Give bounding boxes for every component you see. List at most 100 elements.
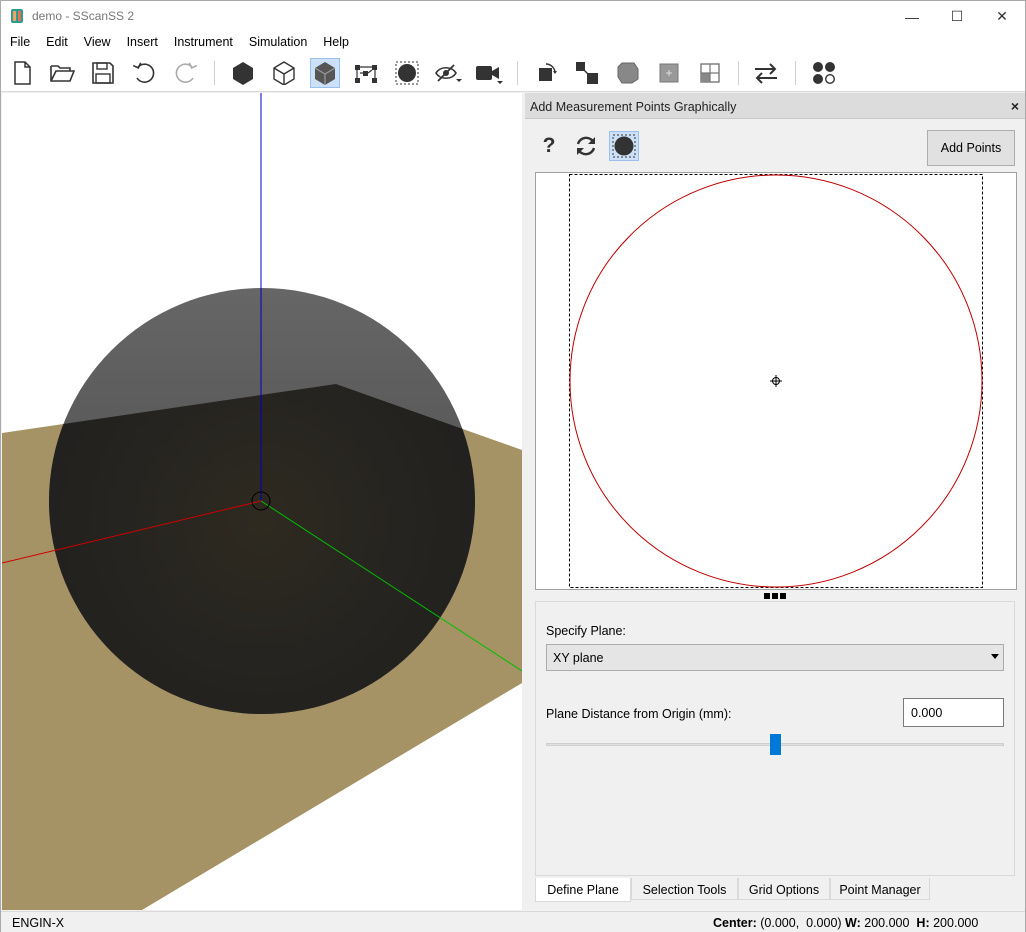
width-value: 200.000 [864, 916, 910, 930]
close-icon: ✕ [996, 8, 1008, 24]
toggle-points-icon [355, 65, 377, 83]
open-folder-icon [50, 65, 75, 82]
specify-plane-label: Specify Plane: [546, 624, 626, 638]
tab-point-manager[interactable]: Point Manager [830, 878, 930, 900]
add-points-button[interactable]: Add Points [927, 130, 1015, 166]
plane-canvas[interactable] [535, 172, 1017, 590]
menu-simulation[interactable]: Simulation [249, 32, 307, 53]
tab-selection-tools[interactable]: Selection Tools [631, 878, 738, 900]
width-label: W: [845, 916, 861, 930]
save-button[interactable] [88, 58, 118, 88]
window-title: demo - SScanSS 2 [32, 9, 135, 23]
grid-icon [700, 63, 720, 83]
toggle-sample-icon [395, 61, 419, 85]
help-button[interactable]: ? [534, 131, 564, 161]
menu-instrument[interactable]: Instrument [174, 32, 233, 53]
solid-render-button[interactable] [228, 58, 258, 88]
transparent-render-button[interactable] [310, 58, 340, 88]
app-icon [11, 9, 23, 23]
toolbar-separator [795, 61, 796, 85]
maximize-icon: ☐ [950, 8, 964, 24]
menu-insert[interactable]: Insert [127, 32, 158, 53]
instrument-name: ENGIN-X [12, 916, 65, 930]
transform-sample-button[interactable] [613, 58, 643, 88]
center-label: Center: [713, 916, 757, 930]
menu-bar: File Edit View Insert Instrument Simulat… [1, 32, 1025, 53]
plane-select[interactable]: XY plane [546, 644, 1004, 671]
menu-edit[interactable]: Edit [46, 32, 68, 53]
toolbar-separator [517, 61, 518, 85]
plane-drawing[interactable] [536, 173, 1016, 589]
menu-help[interactable]: Help [323, 32, 349, 53]
main-toolbar [1, 53, 1025, 92]
menu-view[interactable]: View [84, 32, 111, 53]
plane-distance-slider-thumb[interactable] [769, 734, 781, 755]
swap-button[interactable] [751, 58, 781, 88]
swap-icon [755, 63, 777, 84]
wireframe-render-button[interactable] [269, 58, 299, 88]
dock-close-button[interactable]: × [1011, 98, 1019, 114]
scene-canvas[interactable] [2, 93, 522, 910]
rotate-sample-icon [539, 63, 557, 81]
toggle-visibility-button[interactable] [433, 58, 463, 88]
plane-align-icon [659, 63, 679, 83]
close-window-button[interactable]: ✕ [979, 1, 1025, 32]
minimize-icon: — [905, 8, 919, 25]
plane-select-value: XY plane [553, 651, 604, 665]
toggle-points-button[interactable] [351, 58, 381, 88]
undo-button[interactable] [129, 58, 159, 88]
minimize-button[interactable]: — [889, 1, 935, 32]
toggle-sample-view-button[interactable] [609, 131, 639, 161]
status-bar: ENGIN-X Center: (0.000, 0.000) W: 200.00… [1, 911, 1025, 932]
transparent-render-icon [314, 62, 336, 85]
height-label: H: [916, 916, 930, 930]
translate-sample-icon [576, 62, 598, 84]
dock-title: Add Measurement Points Graphically [530, 100, 737, 114]
toggle-visibility-icon [435, 64, 462, 82]
solid-render-icon [233, 62, 253, 85]
rotate-sample-button[interactable] [531, 58, 561, 88]
save-icon [92, 62, 114, 84]
new-file-button[interactable] [7, 58, 37, 88]
undo-icon [132, 62, 155, 83]
toggle-sample-button[interactable] [392, 58, 422, 88]
plane-distance-label: Plane Distance from Origin (mm): [546, 707, 732, 721]
reset-button[interactable] [571, 131, 601, 161]
translate-sample-button[interactable] [572, 58, 602, 88]
camera-button[interactable] [474, 58, 504, 88]
instrument-controls-icon [813, 62, 836, 85]
toolbar-separator [738, 61, 739, 85]
maximize-button[interactable]: ☐ [934, 1, 980, 32]
center-crosshair-icon [770, 375, 782, 387]
resize-handle[interactable] [764, 593, 788, 599]
menu-file[interactable]: File [10, 32, 30, 53]
app-window: demo - SScanSS 2 — ☐ ✕ File Edit View In… [0, 0, 1026, 932]
wireframe-render-icon [273, 61, 295, 85]
dock-title-bar: Add Measurement Points Graphically × [525, 93, 1025, 119]
instrument-controls-button[interactable] [809, 58, 839, 88]
redo-icon [175, 62, 198, 83]
chevron-down-icon [991, 654, 999, 659]
title-bar: demo - SScanSS 2 — ☐ ✕ [1, 1, 1025, 32]
tab-define-plane[interactable]: Define Plane [535, 878, 631, 902]
help-icon: ? [542, 134, 556, 157]
height-value: 200.000 [933, 916, 979, 930]
camera-icon [476, 66, 503, 84]
plane-distance-input[interactable]: 0.000 [903, 698, 1004, 727]
add-points-dock: Add Measurement Points Graphically × ? A… [525, 93, 1025, 910]
transform-sample-icon [617, 62, 639, 84]
open-button[interactable] [47, 58, 77, 88]
redo-button[interactable] [171, 58, 201, 88]
scene-viewport[interactable] [2, 93, 522, 910]
center-value: (0.000, 0.000) [760, 916, 842, 930]
refresh-icon [576, 136, 596, 156]
grid-button[interactable] [695, 58, 725, 88]
toolbar-separator [214, 61, 215, 85]
sample-circle-icon [612, 134, 636, 158]
new-file-icon [14, 61, 31, 85]
tab-grid-options[interactable]: Grid Options [738, 878, 830, 900]
plane-align-button[interactable] [654, 58, 684, 88]
tab-bar: Define Plane Selection Tools Grid Option… [535, 878, 1015, 902]
define-plane-panel: Specify Plane: XY plane Plane Distance f… [535, 601, 1015, 876]
canvas-info: Center: (0.000, 0.000) W: 200.000 H: 200… [713, 916, 978, 930]
